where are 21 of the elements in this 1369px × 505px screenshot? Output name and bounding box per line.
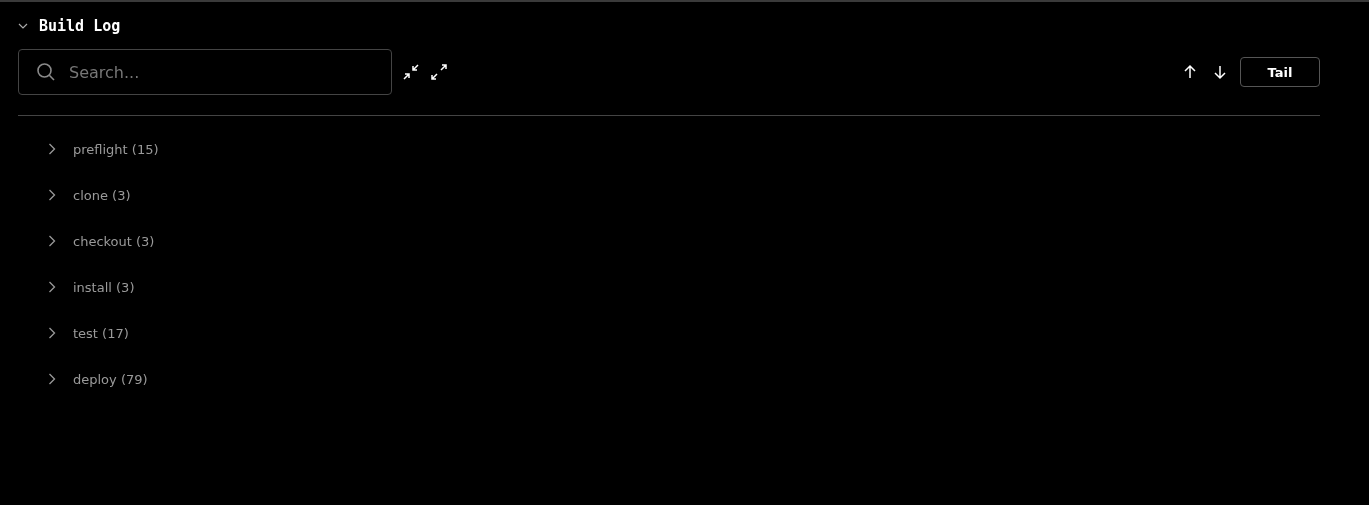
step-label[interactable]: deploy (79) (73, 371, 148, 387)
step-label[interactable]: install (3) (73, 279, 135, 295)
up-arrow-icon[interactable] (1182, 64, 1198, 80)
down-arrow-icon[interactable] (1212, 64, 1228, 80)
section-title: Build Log (39, 17, 121, 35)
chevron-icon[interactable] (48, 281, 56, 293)
chevron-icon[interactable] (48, 143, 56, 155)
step-label[interactable]: test (17) (73, 325, 129, 341)
step-label[interactable]: clone (3) (73, 187, 131, 203)
step-label[interactable]: checkout (3) (73, 233, 155, 249)
tail-button[interactable]: Tail (1240, 57, 1320, 87)
search-field[interactable]: Search... (18, 49, 392, 95)
chevron-icon[interactable] (48, 373, 56, 385)
collapse-icon[interactable] (402, 63, 420, 81)
search-icon (36, 62, 56, 82)
step-label[interactable]: preflight (15) (73, 141, 159, 157)
chevron-icon[interactable] (48, 235, 56, 247)
chevron-icon[interactable] (48, 189, 56, 201)
expand-icon[interactable] (430, 63, 448, 81)
chevron-icon[interactable] (18, 21, 28, 31)
chevron-icon[interactable] (48, 327, 56, 339)
